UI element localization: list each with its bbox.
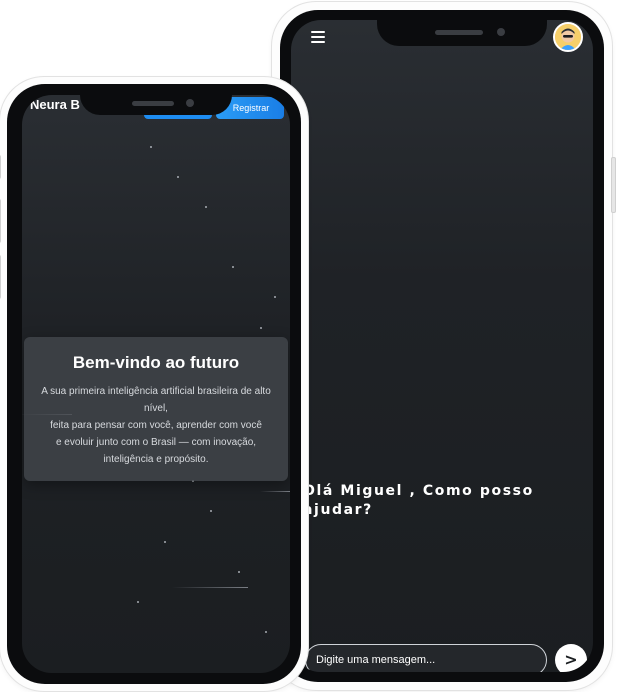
- star: [260, 327, 262, 329]
- mute-side-button: [0, 155, 1, 179]
- speaker-grille: [435, 30, 483, 35]
- welcome-screen: Neura B Registrar Bem-vindo ao futuro A …: [22, 95, 290, 673]
- chat-screen: Olá Miguel , Como posso ajudar? >: [291, 20, 593, 672]
- welcome-text-line: e evoluir junto com o Brasil — com inova…: [55, 437, 257, 448]
- hamburger-menu-icon[interactable]: [311, 28, 329, 46]
- star: [232, 266, 234, 268]
- chat-phone-mockup: Olá Miguel , Como posso ajudar? >: [272, 2, 616, 690]
- speaker-grille: [132, 101, 174, 106]
- chat-greeting: Olá Miguel , Como posso ajudar?: [303, 482, 583, 520]
- welcome-text-line: A sua primeira inteligência artificial b…: [41, 386, 271, 414]
- star: [177, 176, 179, 178]
- star: [238, 571, 240, 573]
- welcome-text-line: inteligência e propósito.: [103, 454, 209, 465]
- star: [164, 541, 166, 543]
- front-camera: [497, 28, 505, 36]
- welcome-phone-mockup: Neura B Registrar Bem-vindo ao futuro A …: [0, 77, 308, 691]
- brand-name[interactable]: Neura B: [30, 97, 80, 112]
- welcome-text-line: feita para pensar com você, aprender com…: [50, 420, 262, 431]
- star: [274, 296, 276, 298]
- welcome-title: Bem-vindo ao futuro: [72, 353, 240, 372]
- volume-up-side-button: [0, 199, 1, 243]
- send-button[interactable]: >: [555, 644, 587, 672]
- greeting-line-2: ajudar?: [303, 502, 373, 518]
- shooting-star: [172, 587, 248, 588]
- user-avatar-icon[interactable]: [553, 22, 583, 52]
- app-preview-stage: Olá Miguel , Como posso ajudar? >: [0, 0, 617, 692]
- greeting-line-1: Olá Miguel , Como posso: [303, 483, 534, 499]
- welcome-card: Bem-vindo ao futuro A sua primeira intel…: [24, 337, 288, 481]
- star: [150, 146, 152, 148]
- message-input[interactable]: [305, 644, 547, 672]
- phone-notch: [80, 95, 232, 115]
- star: [210, 510, 212, 512]
- star: [205, 206, 207, 208]
- volume-down-side-button: [0, 255, 1, 299]
- front-camera: [186, 99, 194, 107]
- star: [265, 631, 267, 633]
- phone-notch: [377, 20, 547, 46]
- power-side-button: [611, 157, 616, 213]
- star: [137, 601, 139, 603]
- shooting-star: [260, 491, 290, 492]
